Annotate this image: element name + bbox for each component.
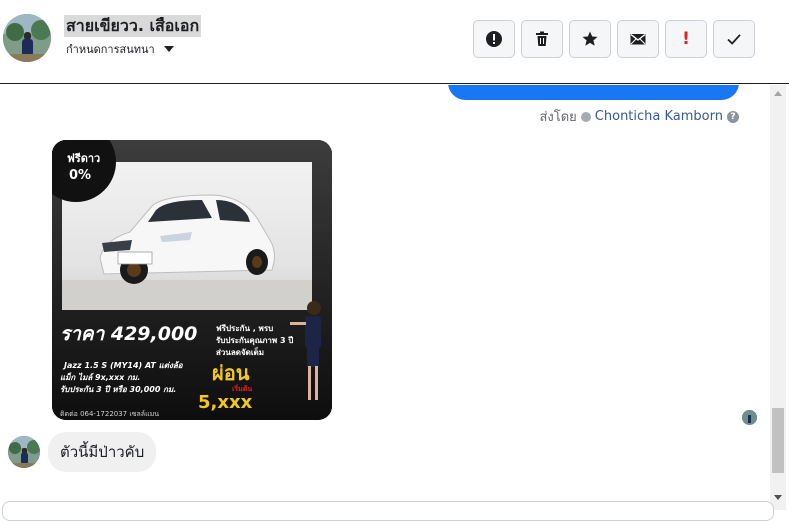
- scroll-thumb[interactable]: [772, 408, 784, 473]
- ad-contact: ติดต่อ 064-1722037 เซลล์แมน: [60, 410, 159, 418]
- ad-installment-label: ผ่อน: [212, 361, 250, 385]
- sender-name-link[interactable]: Chonticha Kamborn: [595, 109, 723, 124]
- caret-down-icon: [163, 46, 174, 52]
- sender-avatar[interactable]: [8, 436, 40, 468]
- conversation-toolbar: !: [473, 20, 755, 58]
- sent-message-bubble[interactable]: [448, 85, 739, 100]
- mark-done-button[interactable]: [713, 20, 755, 58]
- promo-badge-line1: ฟรีดาว: [67, 152, 100, 165]
- received-message-bubble[interactable]: ตัวนี้มีป่าวคับ: [48, 432, 157, 472]
- conversation-options-dropdown[interactable]: กำหนดการสนทนา: [66, 40, 174, 58]
- conversation-header: สายเขียวว. เสือเอก กำหนดการสนทนา !: [0, 0, 789, 84]
- read-receipt-photo: [742, 410, 757, 425]
- scroll-up-arrow-icon[interactable]: [774, 91, 782, 96]
- message-composer[interactable]: [2, 501, 774, 521]
- contact-name[interactable]: สายเขียวว. เสือเอก: [64, 15, 202, 37]
- help-icon[interactable]: ?: [727, 110, 739, 123]
- ad-spec-line3: รับประกัน 3 ปี หรือ 30,000 กม.: [60, 385, 176, 394]
- car-ad-image: ฟรีดาว 0% ราคา 429,000 ฟรีประกัน , พรบ ร…: [52, 140, 332, 420]
- sender-avatar-photo: [8, 436, 40, 468]
- ad-spec-line1: Jazz 1.5 S (MY14) AT แต่งล้อ: [62, 361, 184, 370]
- promo-badge-line2: 0%: [69, 168, 91, 183]
- delete-button[interactable]: [521, 20, 563, 58]
- mark-spam-button[interactable]: [473, 20, 515, 58]
- verified-check-icon: [580, 111, 591, 122]
- trash-icon: [536, 31, 548, 46]
- ad-spec-line2: แม็ก ไมล์ 9x,xxx กม.: [60, 372, 140, 382]
- check-icon: [727, 34, 741, 45]
- conversation-options-label: กำหนดการสนทนา: [66, 43, 155, 56]
- ad-installment-amount: 5,xxx: [198, 392, 253, 413]
- star-icon: [582, 31, 598, 46]
- envelope-icon: [630, 33, 646, 45]
- read-receipt-avatar: [742, 410, 757, 425]
- important-icon: !: [682, 29, 690, 49]
- ad-feature-3: ส่วนลดจัดเต็ม: [216, 346, 264, 357]
- thread-scrollbar[interactable]: [770, 85, 786, 510]
- exclamation-circle-icon: [486, 31, 502, 47]
- message-thread[interactable]: ส่งโดย Chonticha Kamborn ? ฟรีดาว 0% ราค…: [0, 85, 770, 510]
- sent-by-prefix: ส่งโดย: [539, 110, 577, 125]
- mark-important-button[interactable]: !: [665, 20, 707, 58]
- ad-image-attachment[interactable]: ฟรีดาว 0% ราคา 429,000 ฟรีประกัน , พรบ ร…: [52, 140, 332, 420]
- sent-by-attribution: ส่งโดย Chonticha Kamborn ?: [539, 106, 739, 127]
- avatar-photo: [3, 14, 51, 62]
- scroll-down-arrow-icon[interactable]: [774, 495, 782, 500]
- ad-feature-1: ฟรีประกัน , พรบ: [216, 323, 273, 333]
- ad-feature-2: รับประกันคุณภาพ 3 ปี: [216, 335, 293, 346]
- mark-unread-button[interactable]: [617, 20, 659, 58]
- received-message-row: ตัวนี้มีป่าวคับ: [8, 432, 157, 472]
- ad-price: ราคา 429,000: [60, 323, 197, 345]
- contact-avatar[interactable]: [3, 14, 51, 62]
- star-button[interactable]: [569, 20, 611, 58]
